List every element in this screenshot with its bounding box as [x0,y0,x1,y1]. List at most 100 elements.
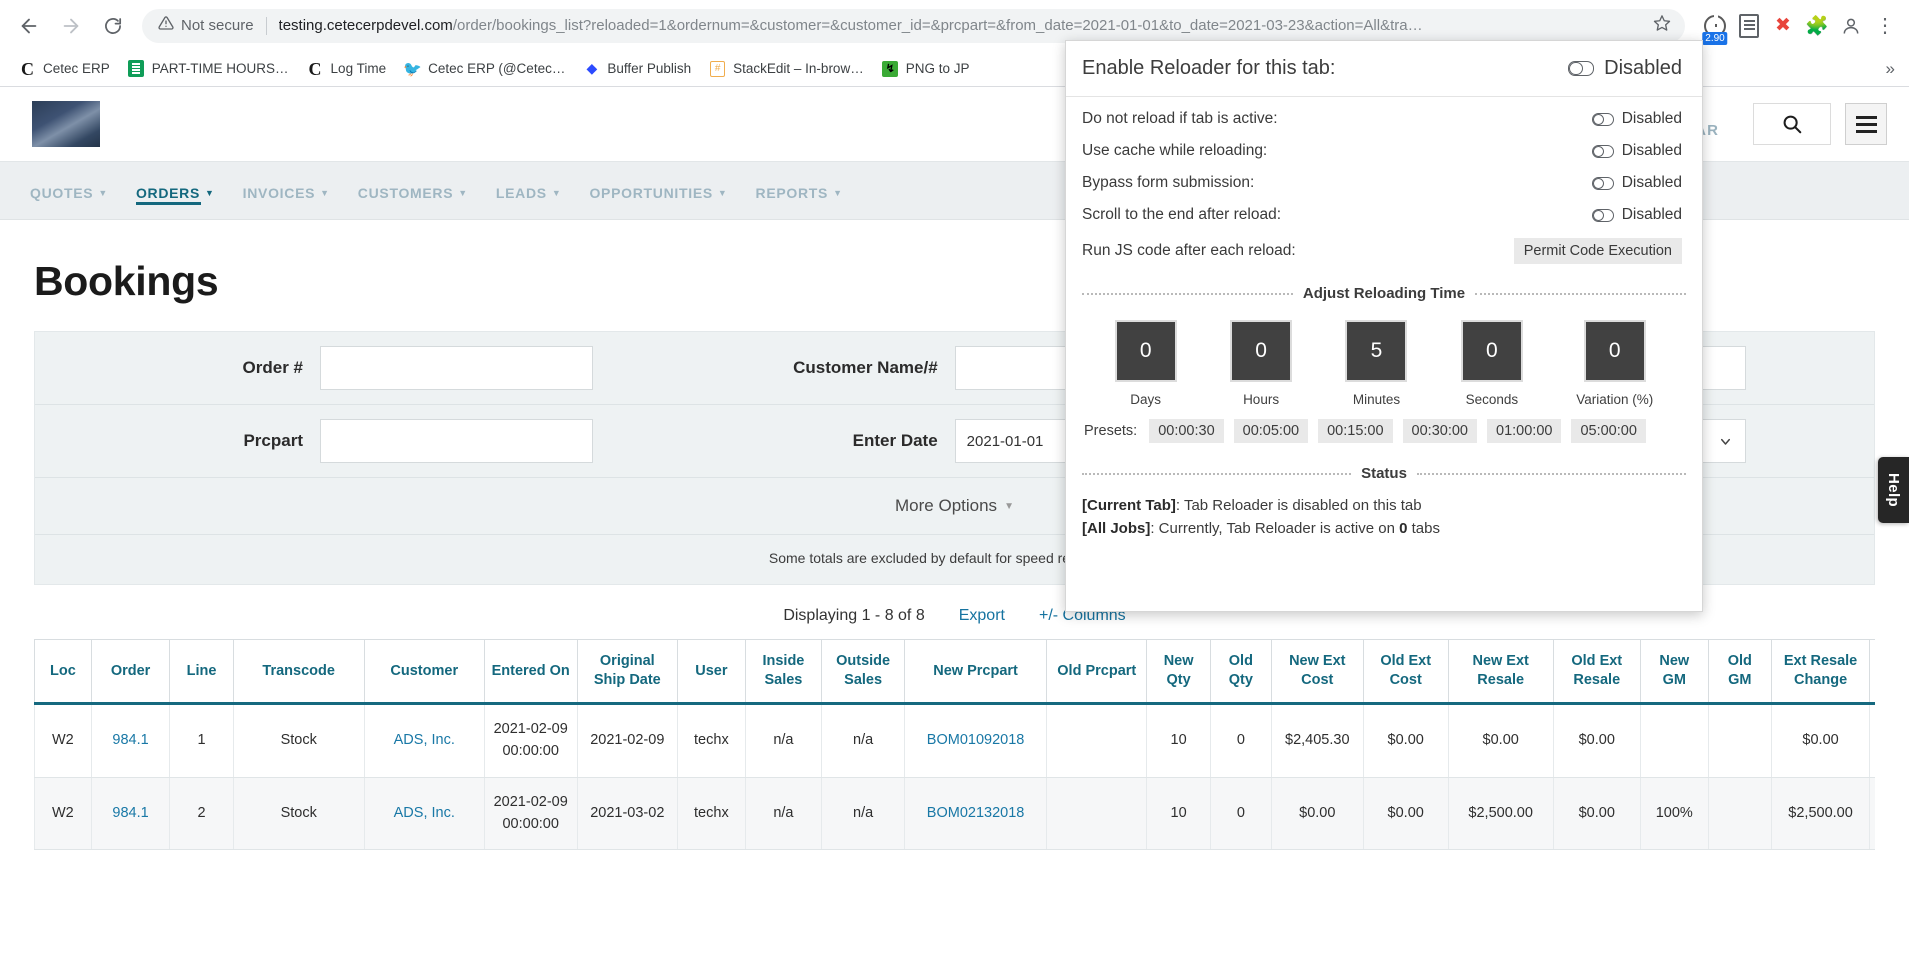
subnav-quotes[interactable]: QUOTES▼ [30,162,108,219]
menu-button[interactable] [1845,103,1887,145]
col-old-ext-resale[interactable]: Old Ext Resale [1553,640,1640,704]
tab-reloader-extension-icon[interactable]: 2.90 [1701,12,1729,40]
col-entered-on[interactable]: Entered On [484,640,577,704]
col-transcode[interactable]: Transcode [233,640,364,704]
option-toggle[interactable]: Disabled [1592,206,1682,224]
prcpart-link[interactable]: BOM02132018 [927,805,1025,821]
seconds-input[interactable]: 0 [1461,320,1523,382]
variation-input[interactable]: 0 [1584,320,1646,382]
help-tab[interactable]: Help [1878,457,1909,523]
preset-00-05-00[interactable]: 00:05:00 [1234,419,1308,443]
col-extra[interactable]: A [1870,640,1875,704]
subnav-leads[interactable]: LEADS▼ [496,162,562,219]
toggle-icon[interactable] [1592,209,1614,222]
blue-extension-icon[interactable]: 🧩 [1803,12,1831,40]
profile-avatar[interactable] [1837,12,1865,40]
preset-00-15-00[interactable]: 00:15:00 [1318,419,1392,443]
subnav-opportunities[interactable]: OPPORTUNITIES▼ [589,162,727,219]
cell-customer: ADS, Inc. [364,777,484,850]
bookmark-stackedit[interactable]: # StackEdit – In-brow… [700,56,873,81]
table-row[interactable]: W2 984.1 2 Stock ADS, Inc. 2021-02-09 00… [35,777,1876,850]
col-old-qty[interactable]: Old Qty [1210,640,1271,704]
customer-link[interactable]: ADS, Inc. [394,805,455,821]
option-toggle[interactable]: Disabled [1592,174,1682,192]
bookmark-star-icon[interactable] [1653,14,1671,37]
col-inside-sales[interactable]: Inside Sales [745,640,821,704]
pdf-extension-icon[interactable] [1735,12,1763,40]
col-ext-resale-change[interactable]: Ext Resale Change [1771,640,1869,704]
search-button[interactable] [1753,103,1831,145]
days-input[interactable]: 0 [1115,320,1177,382]
url-text[interactable]: testing.cetecerpdevel.com/order/bookings… [279,17,1643,34]
bookmark-cetec-twitter[interactable]: 🐦 Cetec ERP (@Cetec… [395,56,574,81]
url-path: /order/bookings_list?reloaded=1&ordernum… [453,17,1423,34]
col-original-ship-date[interactable]: Original Ship Date [577,640,677,704]
col-old-prcpart[interactable]: Old Prcpart [1047,640,1147,704]
toggle-icon[interactable] [1592,145,1614,158]
col-new-gm[interactable]: New GM [1640,640,1708,704]
prcpart-link[interactable]: BOM01092018 [927,732,1025,748]
status-divider: Status [1066,455,1702,486]
option-toggle[interactable]: Disabled [1592,110,1682,128]
subnav-orders[interactable]: ORDERS▼ [136,162,215,219]
col-new-ext-resale[interactable]: New Ext Resale [1448,640,1553,704]
subnav-invoices[interactable]: INVOICES▼ [243,162,330,219]
col-old-ext-cost[interactable]: Old Ext Cost [1363,640,1448,704]
option-bypass-form-submission: Bypass form submission: Disabled [1082,167,1682,199]
col-new-prcpart[interactable]: New Prcpart [905,640,1047,704]
bookmark-png-to-jpg[interactable]: ↯ PNG to JP [873,56,979,81]
back-button[interactable] [10,7,48,45]
col-new-ext-cost[interactable]: New Ext Cost [1271,640,1363,704]
export-link[interactable]: Export [959,607,1005,625]
address-bar[interactable]: Not secure testing.cetecerpdevel.com/ord… [142,9,1685,43]
preset-00-00-30[interactable]: 00:00:30 [1149,419,1223,443]
popup-main-toggle[interactable]: Disabled [1568,57,1682,80]
subnav-reports[interactable]: REPORTS▼ [756,162,843,219]
hours-input[interactable]: 0 [1230,320,1292,382]
toggle-icon[interactable] [1592,113,1614,126]
variation-label: Variation (%) [1576,392,1653,407]
customer-link[interactable]: ADS, Inc. [394,732,455,748]
adjust-reloading-time-title: Adjust Reloading Time [1303,285,1465,302]
customer-name-label: Customer Name/# [655,358,955,378]
preset-05-00-00[interactable]: 05:00:00 [1571,419,1645,443]
col-old-gm[interactable]: Old GM [1708,640,1771,704]
cell-new-gm [1640,704,1708,778]
bookmark-buffer-publish[interactable]: ◆ Buffer Publish [574,56,700,81]
prcpart-input[interactable] [320,419,593,463]
order-link[interactable]: 984.1 [112,805,148,821]
col-order[interactable]: Order [91,640,170,704]
option-toggle[interactable]: Disabled [1592,142,1682,160]
table-row[interactable]: W2 984.1 1 Stock ADS, Inc. 2021-02-09 00… [35,704,1876,778]
col-loc[interactable]: Loc [35,640,92,704]
not-secure-warning-icon [158,15,174,36]
col-outside-sales[interactable]: Outside Sales [822,640,905,704]
subnav-customers[interactable]: CUSTOMERS▼ [358,162,468,219]
bookmark-log-time[interactable]: C Log Time [298,56,396,81]
toggle-icon[interactable] [1592,177,1614,190]
divider-line [1417,473,1686,475]
bookmark-label: Cetec ERP (@Cetec… [428,61,565,76]
more-options-toggle[interactable]: More Options ▼ [895,496,1014,516]
preset-01-00-00[interactable]: 01:00:00 [1487,419,1561,443]
red-extension-icon[interactable]: ✖ [1769,12,1797,40]
chrome-menu-icon[interactable]: ⋮ [1871,12,1899,40]
order-number-input[interactable] [320,346,593,390]
permit-code-execution-button[interactable]: Permit Code Execution [1514,238,1682,264]
forward-button[interactable] [52,7,90,45]
bookmark-cetec-erp[interactable]: C Cetec ERP [10,56,119,81]
preset-00-30-00[interactable]: 00:30:00 [1403,419,1477,443]
col-new-qty[interactable]: New Qty [1147,640,1210,704]
popup-header: Enable Reloader for this tab: Disabled [1066,41,1702,97]
minutes-input[interactable]: 5 [1345,320,1407,382]
col-user[interactable]: User [678,640,746,704]
order-link[interactable]: 984.1 [112,732,148,748]
hours-label: Hours [1243,392,1279,407]
bookmark-part-time-hours[interactable]: PART-TIME HOURS… [119,56,298,81]
bookmarks-overflow-icon[interactable]: » [1886,59,1899,79]
col-customer[interactable]: Customer [364,640,484,704]
seconds-label: Seconds [1466,392,1519,407]
reload-button[interactable] [94,7,132,45]
toggle-icon[interactable] [1568,61,1594,76]
col-line[interactable]: Line [170,640,233,704]
